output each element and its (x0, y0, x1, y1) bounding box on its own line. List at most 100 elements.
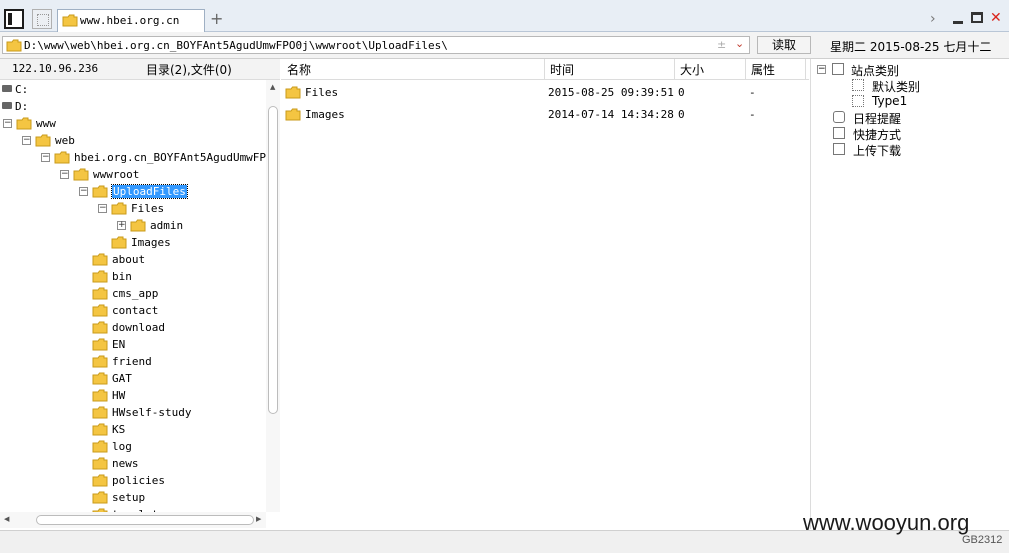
collapse-icon[interactable]: − (98, 204, 107, 213)
tree-label: EN (112, 338, 126, 351)
tree-label: HW (112, 389, 126, 402)
tab-title: www.hbei.org.cn (80, 14, 180, 27)
category-item-icon (852, 95, 864, 107)
file-attr: - (749, 108, 756, 121)
folder-icon (92, 253, 108, 266)
col-size[interactable]: 大小 (680, 61, 704, 78)
tree-folder[interactable]: − UploadFiles (0, 184, 266, 201)
folder-icon (92, 406, 108, 419)
shortcut-label: 快捷方式 (853, 128, 902, 142)
scroll-thumb[interactable] (268, 106, 278, 414)
tree-folder[interactable]: KS (0, 422, 266, 439)
tree-folder[interactable]: − wwwroot (0, 167, 266, 184)
col-name[interactable]: 名称 (287, 61, 311, 78)
file-name: Images (305, 108, 345, 121)
scroll-thumb[interactable] (36, 515, 254, 525)
scroll-left-icon[interactable]: ◀ (4, 515, 9, 523)
tree-folder[interactable]: HW (0, 388, 266, 405)
dir-summary: 目录(2),文件(0) (146, 63, 232, 77)
tree-drive[interactable]: D: (0, 99, 266, 116)
collapse-icon[interactable]: − (60, 170, 69, 179)
tree-folder[interactable]: − web (0, 133, 266, 150)
folder-icon (92, 372, 108, 385)
tree-vertical-scrollbar[interactable]: ▲ (266, 80, 280, 512)
drive-icon (2, 85, 12, 92)
tree-label: D: (15, 100, 29, 113)
folder-icon (92, 270, 108, 283)
tree-label: KS (112, 423, 126, 436)
blank-tab-icon[interactable] (32, 9, 52, 29)
tree-folder[interactable]: bin (0, 269, 266, 286)
maximize-icon[interactable] (971, 12, 985, 26)
tree-header: 122.10.96.236 目录(2),文件(0) (0, 59, 280, 80)
file-row[interactable]: Files 2015-08-25 09:39:51 0 - (281, 83, 809, 103)
tree-folder[interactable]: about (0, 252, 266, 269)
new-tab-plus-icon[interactable]: + (210, 11, 223, 27)
col-time[interactable]: 时间 (550, 61, 574, 78)
tree-label: about (112, 253, 146, 266)
scroll-up-icon[interactable]: ▲ (270, 83, 275, 91)
tree-folder[interactable]: download (0, 320, 266, 337)
tree-label: UploadFiles (111, 184, 188, 199)
collapse-icon[interactable]: − (3, 119, 12, 128)
tree-folder[interactable]: GAT (0, 371, 266, 388)
tree-folder[interactable]: − www (0, 116, 266, 133)
tree-folder[interactable]: − Files (0, 201, 266, 218)
chevron-down-icon[interactable]: ⌄ (735, 37, 744, 50)
tree-folder[interactable]: policies (0, 473, 266, 490)
collapse-icon[interactable]: − (41, 153, 50, 162)
tree-folder[interactable]: EN (0, 337, 266, 354)
folder-icon (92, 304, 108, 317)
address-bar: D:\www\web\hbei.org.cn_BOYFAnt5AgudUmwFP… (0, 32, 1009, 59)
server-ip: 122.10.96.236 (12, 62, 99, 75)
collapse-icon[interactable]: − (79, 187, 88, 196)
col-attr[interactable]: 属性 (751, 61, 775, 78)
tree-folder[interactable]: Images (0, 235, 266, 252)
tree-label: Images (131, 236, 171, 249)
plus-minus-icon[interactable]: ± (717, 38, 726, 51)
path-input[interactable]: D:\www\web\hbei.org.cn_BOYFAnt5AgudUmwFP… (2, 36, 750, 54)
tree-label: news (112, 457, 139, 470)
folder-icon (35, 134, 51, 147)
tree-label: cms_app (112, 287, 159, 300)
folder-icon (285, 86, 301, 99)
tree-folder[interactable]: cms_app (0, 286, 266, 303)
tree-horizontal-scrollbar[interactable]: ◀ ▶ (0, 512, 266, 528)
expand-icon[interactable]: + (117, 221, 126, 230)
category-icon (832, 63, 844, 75)
tree-label: www (36, 117, 56, 130)
tree-folder[interactable]: + admin (0, 218, 266, 235)
tree-folder[interactable]: setup (0, 490, 266, 507)
tree-folder[interactable]: friend (0, 354, 266, 371)
close-icon[interactable]: ✕ (990, 11, 1004, 26)
folder-icon (92, 491, 108, 504)
folder-icon (111, 202, 127, 215)
file-time: 2014-07-14 14:34:28 (548, 108, 674, 121)
tree-folder[interactable]: contact (0, 303, 266, 320)
tree-label: contact (112, 304, 159, 317)
tree-label: Files (131, 202, 165, 215)
collapse-icon[interactable]: − (817, 65, 826, 74)
minimize-icon[interactable] (952, 12, 966, 26)
tree-label: download (112, 321, 165, 334)
chevron-right-icon[interactable]: › (930, 11, 936, 27)
tree-drive[interactable]: C: (0, 82, 266, 99)
tree-label: HWself-study (112, 406, 192, 419)
transfer-icon (833, 143, 845, 155)
folder-icon (92, 185, 108, 198)
tree-folder[interactable]: HWself-study (0, 405, 266, 422)
file-time: 2015-08-25 09:39:51 (548, 86, 674, 99)
panel-toggle-icon[interactable] (4, 9, 24, 29)
tab-site[interactable]: www.hbei.org.cn (57, 9, 205, 32)
collapse-icon[interactable]: − (22, 136, 31, 145)
tree-folder[interactable]: − hbei.org.cn_BOYFAnt5AgudUmwFPO0j (0, 150, 266, 167)
read-button[interactable]: 读取 (757, 36, 811, 54)
shortcut-icon (833, 127, 845, 139)
tree-folder[interactable]: news (0, 456, 266, 473)
tree-label: web (55, 134, 75, 147)
scroll-right-icon[interactable]: ▶ (256, 515, 261, 523)
tree-folder[interactable]: log (0, 439, 266, 456)
folder-icon (54, 151, 70, 164)
sidebar-panel: − 站点类别 默认类别 Type1 日程提醒 快捷方式 上传下载 (810, 59, 1009, 529)
file-row[interactable]: Images 2014-07-14 14:34:28 0 - (281, 105, 809, 125)
